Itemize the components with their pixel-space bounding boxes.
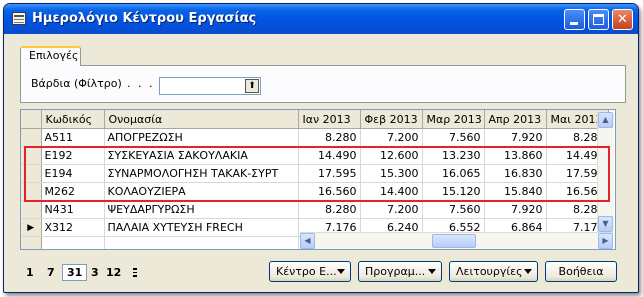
lookup-arrow-icon: ⬆ xyxy=(248,81,256,91)
row-selector[interactable] xyxy=(21,236,42,249)
more-views-icon[interactable] xyxy=(133,268,137,277)
cell-value[interactable]: 8.280 xyxy=(298,200,361,219)
column-header-code[interactable]: Κωδικός xyxy=(41,110,105,129)
cell-name[interactable]: ΣΥΝΑΡΜΟΛΟΓΗΣΗ ΤΑΚΑΚ-ΣΥΡΤ xyxy=(104,164,299,183)
chevron-down-icon xyxy=(337,269,345,274)
column-header-feb-2013[interactable]: Φεβ 2013 xyxy=(360,110,423,129)
close-button[interactable]: ✕ xyxy=(612,9,633,30)
cell-value[interactable]: 16.560 xyxy=(298,182,361,201)
cell-value[interactable]: 16.065 xyxy=(422,164,485,183)
view-31-days[interactable]: 31 xyxy=(62,264,88,281)
cell-value[interactable]: 7.920 xyxy=(484,200,547,219)
tab-options-label: Επιλογές xyxy=(29,49,79,62)
table-row[interactable]: E194 ΣΥΝΑΡΜΟΛΟΓΗΣΗ ΤΑΚΑΚ-ΣΥΡΤ 17.595 15.… xyxy=(21,164,609,183)
shift-filter-input[interactable]: ⬆ xyxy=(159,77,261,95)
functions-menu-label: Λειτουργίες xyxy=(456,265,523,278)
column-header-mar-2013[interactable]: Μαρ 2013 xyxy=(422,110,485,129)
table-header-row: Κωδικός Ονομασία Ιαν 2013 Φεβ 2013 Μαρ 2… xyxy=(21,110,609,129)
current-row-marker-icon[interactable]: ▶ xyxy=(21,218,42,237)
work-center-menu-label: Κέντρο Ε... xyxy=(276,265,337,278)
horizontal-scrollbar[interactable]: ◀ ▶ xyxy=(300,232,613,249)
table-row[interactable]: M262 ΚΟΛΑΟΥΖΙΕΡΑ 16.560 14.400 15.120 15… xyxy=(21,182,609,201)
table-row[interactable]: N431 ΨΕΥΔΑΡΓΥΡΩΣΗ 8.280 7.200 7.560 7.92… xyxy=(21,200,609,219)
close-icon: ✕ xyxy=(617,12,628,27)
chevron-down-icon xyxy=(524,269,532,274)
options-panel: Βάρδια (Φίλτρο) . . . . . ⬆ xyxy=(20,65,626,103)
chevron-down-icon xyxy=(428,269,436,274)
tab-options[interactable]: Επιλογές xyxy=(20,46,81,66)
view-12-months[interactable]: 12 xyxy=(106,266,121,279)
cell-value[interactable]: 8.280 xyxy=(298,128,361,147)
cell-value[interactable]: 7.200 xyxy=(360,128,423,147)
cell-value[interactable]: 15.840 xyxy=(484,182,547,201)
program-menu-button[interactable]: Προγραμ... xyxy=(358,261,442,282)
cell-code[interactable]: M262 xyxy=(41,182,105,201)
calendar-form-icon xyxy=(12,12,26,25)
cell-name[interactable]: ΠΑΛΑΙΑ ΧΥΤΕΥΣΗ FRECH xyxy=(104,218,299,237)
cell-value[interactable]: 13.230 xyxy=(422,146,485,165)
table-row[interactable]: A511 ΑΠΟΓΡΕΖΩΣΗ 8.280 7.200 7.560 7.920 … xyxy=(21,128,609,147)
row-selector[interactable] xyxy=(21,182,42,201)
work-center-calendar-window: Ημερολόγιο Κέντρου Εργασίας ✕ Επιλογές Β… xyxy=(3,3,639,293)
row-selector[interactable] xyxy=(21,146,42,165)
maximize-icon xyxy=(593,14,604,25)
cell-value[interactable]: 7.200 xyxy=(360,200,423,219)
view-7-days[interactable]: 7 xyxy=(47,266,55,279)
maximize-button[interactable] xyxy=(588,9,609,30)
functions-menu-button[interactable]: Λειτουργίες xyxy=(449,261,538,282)
table-row[interactable]: E192 ΣΥΣΚΕΥΑΣΙΑ ΣΑΚΟΥΛΑΚΙΑ 14.490 12.600… xyxy=(21,146,609,165)
scroll-right-button[interactable]: ▶ xyxy=(598,233,613,249)
scroll-up-button[interactable]: ▲ xyxy=(598,112,613,128)
cell-name[interactable]: ΑΠΟΓΡΕΖΩΣΗ xyxy=(104,128,299,147)
title-bar[interactable]: Ημερολόγιο Κέντρου Εργασίας ✕ xyxy=(4,4,638,34)
minimize-icon xyxy=(570,22,578,25)
scroll-down-button[interactable]: ▼ xyxy=(598,216,613,232)
shift-filter-label: Βάρδια (Φίλτρο) xyxy=(31,77,122,90)
cell-value[interactable]: 12.600 xyxy=(360,146,423,165)
work-center-menu-button[interactable]: Κέντρο Ε... xyxy=(269,261,351,282)
cell-value[interactable]: 17.595 xyxy=(298,164,361,183)
cell-code[interactable]: N431 xyxy=(41,200,105,219)
program-menu-label: Προγραμ... xyxy=(365,265,426,278)
cell-value[interactable]: 15.120 xyxy=(422,182,485,201)
view-3-months[interactable]: 3 xyxy=(91,266,99,279)
cell-name[interactable]: ΨΕΥΔΑΡΓΥΡΩΣΗ xyxy=(104,200,299,219)
help-button-label: Βοήθεια xyxy=(558,265,604,278)
cell-value[interactable]: 13.860 xyxy=(484,146,547,165)
column-header-apr-2013[interactable]: Απρ 2013 xyxy=(484,110,547,129)
cell-value[interactable]: 14.490 xyxy=(298,146,361,165)
cell-value[interactable]: 16.830 xyxy=(484,164,547,183)
column-header-jan-2013[interactable]: Ιαν 2013 xyxy=(298,110,361,129)
work-center-calendar-grid[interactable]: Κωδικός Ονομασία Ιαν 2013 Φεβ 2013 Μαρ 2… xyxy=(20,109,616,250)
cell-value[interactable]: 7.560 xyxy=(422,128,485,147)
horizontal-scroll-thumb[interactable] xyxy=(432,234,476,248)
cell-name[interactable]: ΣΥΣΚΕΥΑΣΙΑ ΣΑΚΟΥΛΑΚΙΑ xyxy=(104,146,299,165)
row-selector[interactable] xyxy=(21,164,42,183)
cell-code[interactable]: X312 xyxy=(41,218,105,237)
cell-code[interactable]: E194 xyxy=(41,164,105,183)
view-1-day[interactable]: 1 xyxy=(26,266,34,279)
row-selector-header[interactable] xyxy=(21,110,42,129)
cell-name[interactable]: ΚΟΛΑΟΥΖΙΕΡΑ xyxy=(104,182,299,201)
cell-code[interactable]: A511 xyxy=(41,128,105,147)
cell-value[interactable]: 14.400 xyxy=(360,182,423,201)
row-selector[interactable] xyxy=(21,128,42,147)
row-selector[interactable] xyxy=(21,200,42,219)
vertical-scrollbar[interactable]: ▲ ▼ xyxy=(597,112,614,232)
minimize-button[interactable] xyxy=(564,9,585,30)
scroll-left-button[interactable]: ◀ xyxy=(300,233,315,249)
window-title: Ημερολόγιο Κέντρου Εργασίας xyxy=(32,11,257,26)
column-header-name[interactable]: Ονομασία xyxy=(104,110,299,129)
lookup-button[interactable]: ⬆ xyxy=(245,79,259,93)
cell-value[interactable]: 7.920 xyxy=(484,128,547,147)
cell-value[interactable]: 15.300 xyxy=(360,164,423,183)
cell-value[interactable]: 7.560 xyxy=(422,200,485,219)
cell-code[interactable]: E192 xyxy=(41,146,105,165)
help-button[interactable]: Βοήθεια xyxy=(545,261,617,282)
